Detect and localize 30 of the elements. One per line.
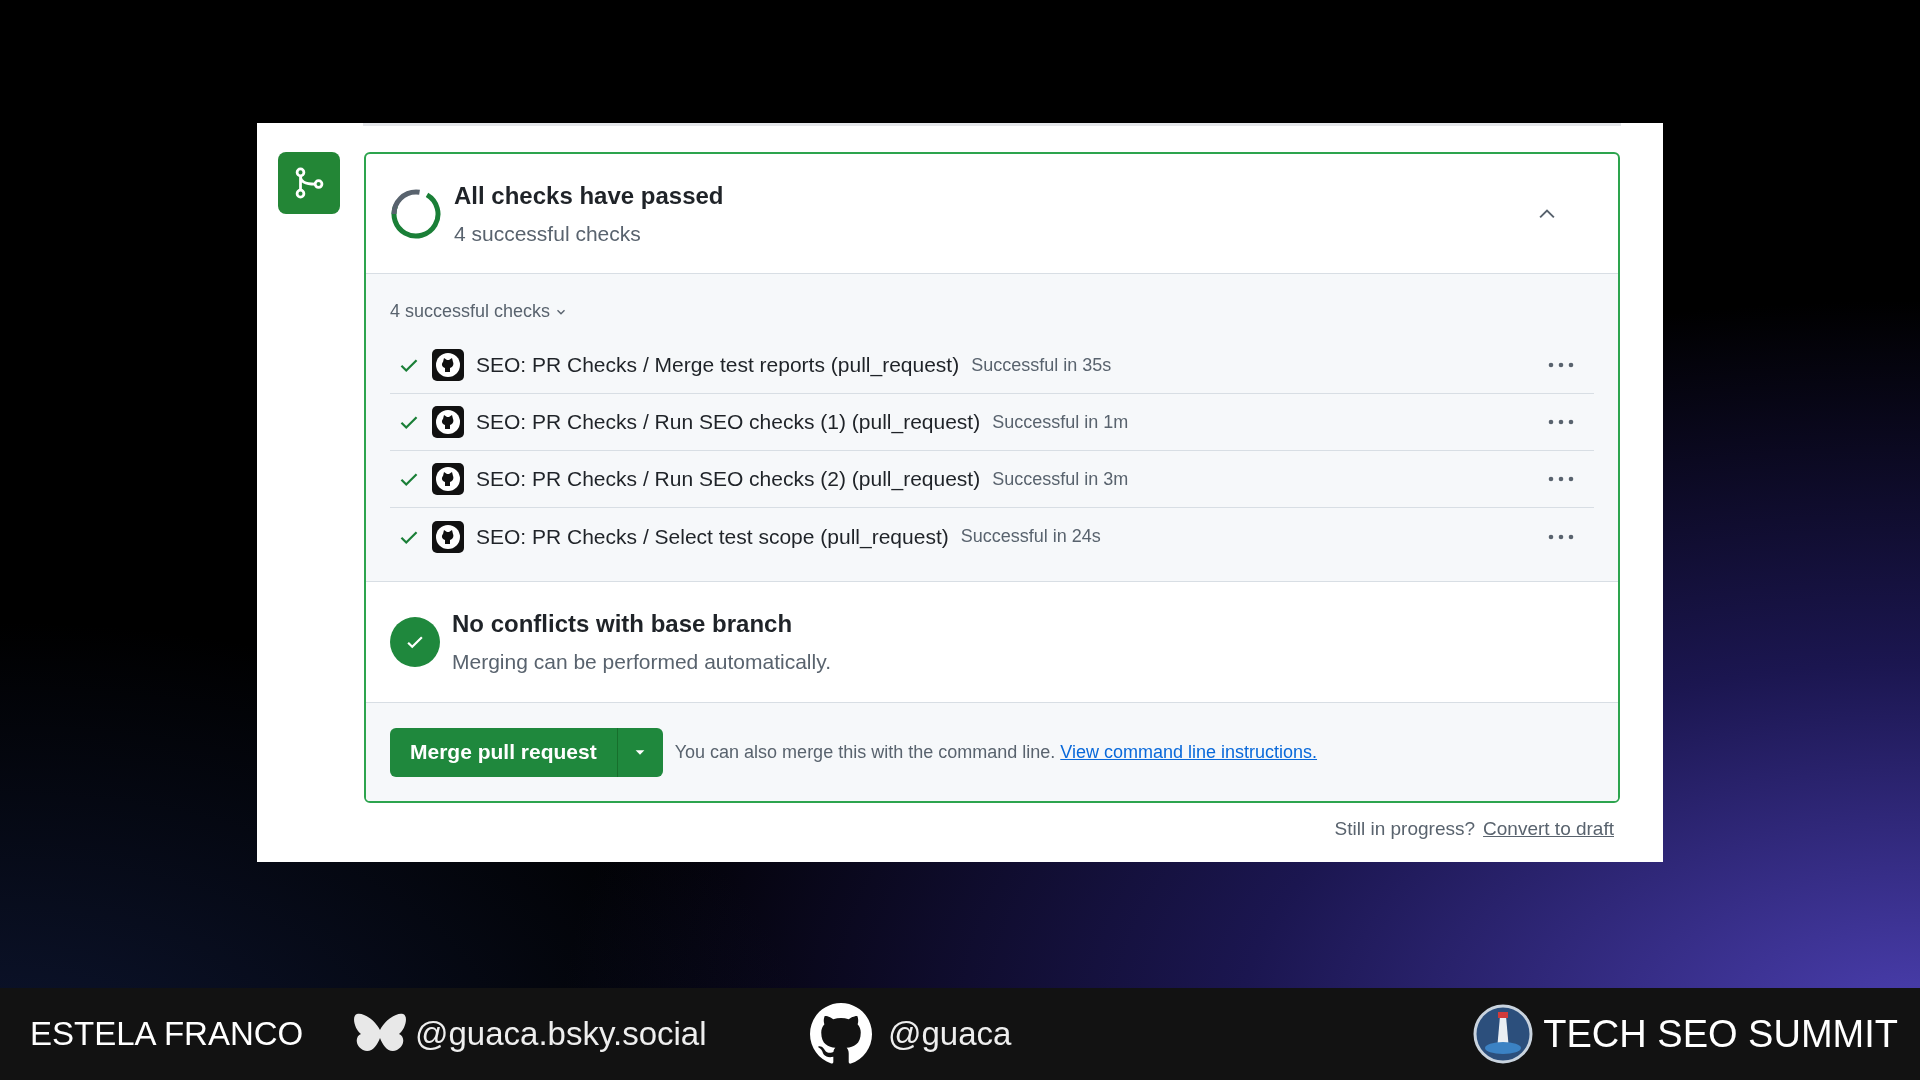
conflicts-title: No conflicts with base branch (452, 609, 794, 640)
github-app-icon (432, 349, 464, 381)
checks-title: All checks have passed (454, 180, 724, 211)
github-handle: @guaca (888, 1014, 1012, 1055)
convert-draft-link[interactable]: Convert to draft (1483, 815, 1614, 844)
event-name: TECH SEO SUMMIT (1543, 1011, 1898, 1057)
success-check-icon (390, 617, 440, 667)
speaker-name: ESTELA FRANCO (30, 1014, 305, 1055)
github-app-icon (432, 520, 464, 553)
instructions-link[interactable]: View command line instructions. (1060, 741, 1318, 762)
bluesky-handle: @guaca.bsky.social (415, 1014, 708, 1055)
github-app-icon (432, 463, 464, 495)
merge-branch-icon (278, 152, 340, 214)
check-name[interactable]: SEO: PR Checks / Merge test reports (pull_request) (476, 349, 960, 381)
check-duration: Successful in 35s (971, 353, 1112, 377)
check-name[interactable]: SEO: PR Checks / Run SEO checks (1) (pull_request) (476, 406, 981, 438)
checks-toggle[interactable]: 4 successful checks (390, 298, 569, 325)
command-line-note: You can also merge this with the command line. View command line instructions. (674, 740, 1318, 764)
conflicts-subtitle: Merging can be performed automatically. (452, 649, 831, 676)
lighthouse-badge-icon (1473, 1004, 1534, 1064)
check-name[interactable]: SEO: PR Checks / Run SEO checks (2) (pull_request) (476, 463, 981, 495)
progress-question: Still in progress? (1334, 817, 1476, 841)
check-duration: Successful in 1m (992, 410, 1129, 434)
github-icon (810, 1003, 872, 1065)
github-app-icon (432, 406, 464, 438)
progress-ring-icon (390, 187, 442, 240)
check-name[interactable]: SEO: PR Checks / Select test scope (pull_request) (476, 520, 949, 553)
check-duration: Successful in 3m (992, 467, 1129, 491)
checks-summary: 4 successful checks (454, 220, 642, 247)
check-duration: Successful in 24s (960, 525, 1101, 548)
